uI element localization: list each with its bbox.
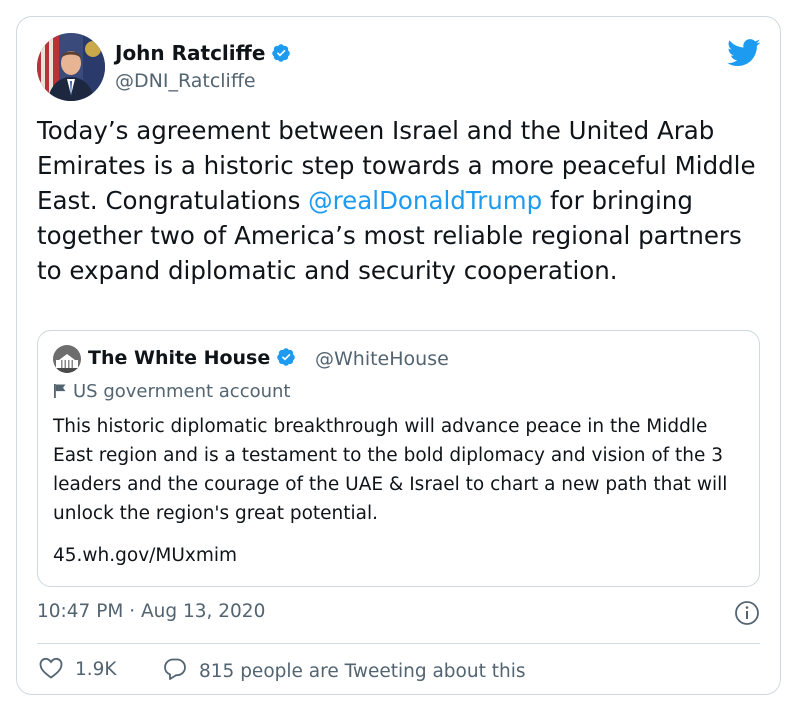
flag-icon [53,383,67,404]
talking-about-text: 815 people are Tweeting about this [199,661,526,682]
tweet-card: John Ratcliffe @DNI_Ratcliffe Today’s ag… [16,16,781,695]
tweet-text: Today’s agreement between Israel and the… [37,113,757,288]
quoted-author-name[interactable]: The White House [88,347,296,372]
like-button[interactable]: 1.9K [39,657,117,684]
quoted-author-name-text[interactable]: The White House [88,347,270,369]
verified-badge-icon [271,43,291,68]
speech-bubble-icon [163,657,187,686]
info-icon[interactable] [734,600,760,626]
author-name[interactable]: John Ratcliffe [115,41,291,68]
government-account-label: US government account [53,381,291,404]
like-count: 1.9K [75,659,117,680]
quoted-avatar[interactable] [53,345,81,373]
verified-badge-icon [276,347,296,372]
author-avatar[interactable] [37,33,105,101]
quoted-tweet[interactable]: The White House @WhiteHouse US governmen… [37,330,760,587]
mention-link[interactable]: @realDonaldTrump [308,186,542,215]
heart-icon [39,657,63,684]
government-account-text: US government account [73,381,291,402]
reply-button[interactable]: 815 people are Tweeting about this [163,657,525,686]
tweet-timestamp[interactable]: 10:47 PM · Aug 13, 2020 [37,601,265,622]
divider [37,643,760,644]
quoted-tweet-link[interactable]: 45.wh.gov/MUxmim [53,545,237,566]
quoted-tweet-text: This historic diplomatic breakthrough wi… [53,416,728,524]
quoted-author-handle[interactable]: @WhiteHouse [315,348,449,370]
author-handle[interactable]: @DNI_Ratcliffe [115,70,256,92]
twitter-bird-icon[interactable] [727,39,761,67]
author-name-text[interactable]: John Ratcliffe [115,41,265,65]
